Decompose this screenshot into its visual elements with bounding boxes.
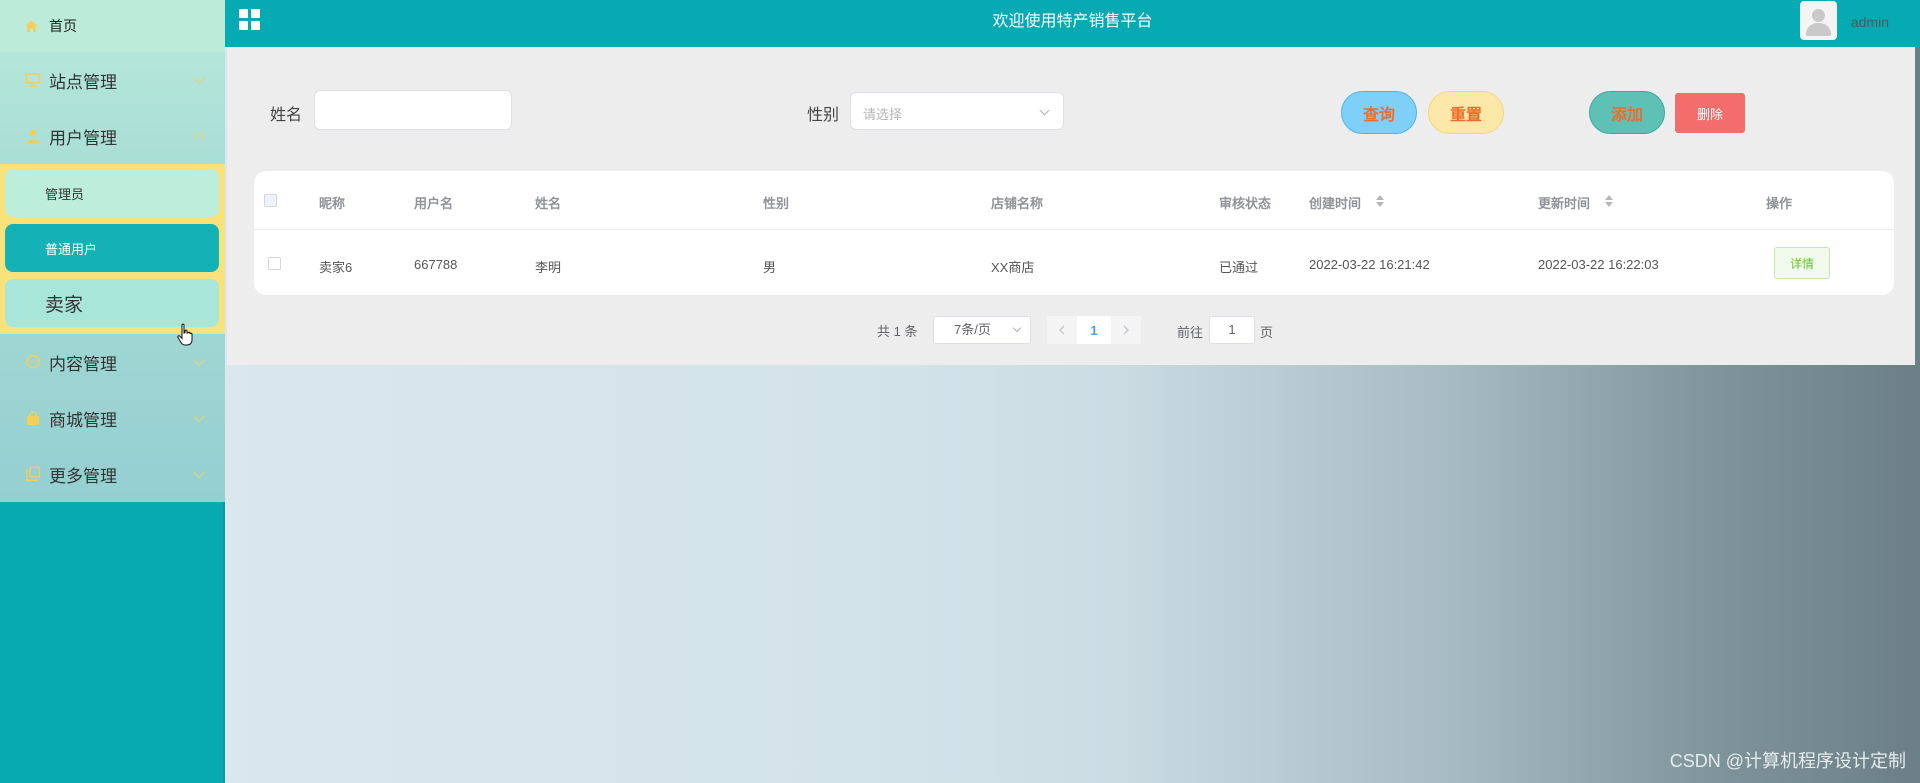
avatar[interactable] bbox=[1800, 1, 1837, 40]
sidebar-item-label: 更多管理 bbox=[49, 466, 117, 486]
sidebar-item-label: 商城管理 bbox=[49, 410, 117, 430]
sidebar-item-users[interactable]: 用户管理 bbox=[0, 108, 225, 164]
chevron-down-icon bbox=[193, 410, 205, 423]
gender-select[interactable]: 请选择 bbox=[850, 92, 1064, 130]
add-button[interactable]: 添加 bbox=[1589, 91, 1665, 134]
submenu-item-label: 卖家 bbox=[45, 294, 84, 316]
user-submenu: 管理员 普通用户 卖家 bbox=[0, 164, 225, 334]
home-icon bbox=[24, 19, 39, 34]
reset-button[interactable]: 重置 bbox=[1428, 91, 1504, 134]
goto-label: 前往 bbox=[1177, 325, 1204, 340]
sidebar-item-home[interactable]: 首页 bbox=[0, 0, 225, 52]
chevron-down-icon bbox=[1039, 105, 1050, 116]
submenu-item-normal-user[interactable]: 普通用户 bbox=[5, 224, 219, 272]
column-header: 店铺名称 bbox=[991, 196, 1044, 211]
prev-page-button[interactable] bbox=[1047, 316, 1077, 344]
main-panel: 姓名 性别 请选择 查询 重置 添加 删除 昵称 用户名 姓名 性别 店铺名称 … bbox=[227, 47, 1915, 365]
pagination-total: 共 1 条 bbox=[877, 324, 918, 339]
chevron-down-icon bbox=[193, 72, 205, 85]
goto-suffix: 页 bbox=[1260, 325, 1274, 340]
sidebar-item-label: 用户管理 bbox=[49, 128, 117, 148]
sort-icon[interactable] bbox=[1376, 195, 1384, 207]
submenu-item-label: 管理员 bbox=[45, 186, 85, 202]
user-icon bbox=[24, 128, 41, 145]
name-search-input[interactable] bbox=[314, 90, 512, 130]
page-size-value: 7条/页 bbox=[954, 322, 991, 337]
sidebar-item-label: 首页 bbox=[49, 18, 77, 34]
column-header: 审核状态 bbox=[1219, 196, 1272, 211]
page-number-current[interactable]: 1 bbox=[1077, 316, 1111, 344]
next-page-button[interactable] bbox=[1111, 316, 1141, 344]
name-label: 姓名 bbox=[270, 107, 303, 124]
sidebar-item-site[interactable]: 站点管理 bbox=[0, 52, 225, 108]
column-header: 性别 bbox=[763, 196, 790, 211]
cell-name: 李明 bbox=[535, 260, 562, 275]
chevron-down-icon bbox=[193, 466, 205, 479]
submenu-item-seller[interactable]: 卖家 bbox=[5, 279, 219, 327]
column-header-sortable[interactable]: 创建时间 bbox=[1309, 193, 1361, 212]
data-table: 昵称 用户名 姓名 性别 店铺名称 审核状态 创建时间 更新时间 操作 卖家6 … bbox=[254, 171, 1894, 295]
hand-cursor-icon bbox=[177, 323, 193, 346]
column-header: 用户名 bbox=[414, 196, 454, 211]
column-header: 昵称 bbox=[319, 196, 346, 211]
copy-icon bbox=[24, 466, 41, 483]
page-size-select[interactable]: 7条/页 bbox=[933, 316, 1031, 344]
sidebar-item-more[interactable]: 更多管理 bbox=[0, 446, 225, 502]
detail-button[interactable]: 详情 bbox=[1774, 247, 1830, 279]
page-title: 欢迎使用特产销售平台 bbox=[992, 13, 1153, 30]
gender-label: 性别 bbox=[807, 107, 840, 124]
top-header: 欢迎使用特产销售平台 admin bbox=[225, 0, 1920, 47]
chevron-right-icon bbox=[1123, 325, 1129, 335]
sidebar-menu: 首页 站点管理 用户管理 管理员 普通用户 卖家 内容管理 商城管理 更多管理 bbox=[0, 0, 225, 502]
monitor-icon bbox=[24, 72, 41, 89]
cell-shop: XX商店 bbox=[991, 260, 1035, 275]
sidebar-item-label: 内容管理 bbox=[49, 354, 117, 374]
watermark: CSDN @计算机程序设计定制 bbox=[1669, 751, 1906, 771]
cell-nickname: 卖家6 bbox=[319, 260, 353, 275]
sort-icon[interactable] bbox=[1605, 195, 1613, 207]
cell-updated: 2022-03-22 16:22:03 bbox=[1538, 257, 1659, 272]
sidebar-item-label: 站点管理 bbox=[49, 72, 117, 92]
cell-username: 667788 bbox=[414, 257, 458, 272]
column-header-sortable[interactable]: 更新时间 bbox=[1538, 193, 1590, 212]
goto-page-input[interactable]: 1 bbox=[1209, 316, 1255, 344]
cell-created: 2022-03-22 16:21:42 bbox=[1309, 257, 1430, 272]
delete-button[interactable]: 删除 bbox=[1675, 93, 1745, 133]
chevron-left-icon bbox=[1059, 325, 1065, 335]
cell-status: 已通过 bbox=[1219, 260, 1259, 275]
chevron-up-icon bbox=[193, 132, 205, 145]
submenu-item-label: 普通用户 bbox=[45, 241, 98, 257]
column-header: 操作 bbox=[1766, 196, 1793, 211]
sidebar-item-mall[interactable]: 商城管理 bbox=[0, 390, 225, 446]
chevron-down-icon bbox=[1012, 323, 1022, 333]
chat-icon bbox=[24, 354, 41, 371]
sidebar: 首页 站点管理 用户管理 管理员 普通用户 卖家 内容管理 商城管理 更多管理 bbox=[0, 0, 225, 783]
username[interactable]: admin bbox=[1851, 14, 1889, 30]
column-header: 姓名 bbox=[535, 196, 562, 211]
select-all-checkbox[interactable] bbox=[264, 194, 277, 207]
cell-gender: 男 bbox=[763, 260, 777, 275]
row-divider bbox=[254, 229, 1894, 230]
chevron-down-icon bbox=[193, 354, 205, 367]
bag-icon bbox=[24, 410, 41, 427]
gender-placeholder: 请选择 bbox=[863, 107, 903, 122]
submenu-item-admin[interactable]: 管理员 bbox=[5, 169, 219, 217]
row-checkbox[interactable] bbox=[268, 257, 281, 270]
query-button[interactable]: 查询 bbox=[1341, 91, 1417, 134]
